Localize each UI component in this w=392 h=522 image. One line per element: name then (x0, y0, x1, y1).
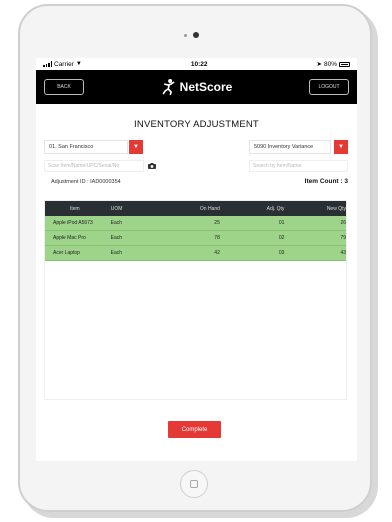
table-header: Item UOM On Hand Adj. Qty New Qty (45, 201, 346, 216)
search-input[interactable]: Search by Item/Name (249, 160, 348, 172)
cell-item: Apple iPod A5673 (53, 220, 93, 226)
cell-uom: Each (110, 235, 123, 241)
cell-adj-qty: 03 (278, 250, 285, 256)
adjustment-table: Item UOM On Hand Adj. Qty New Qty Apple … (44, 200, 347, 400)
complete-button[interactable]: Complete (168, 421, 221, 438)
cell-uom: Each (110, 250, 123, 256)
cell-adj-qty: 01 (278, 220, 285, 226)
front-camera (193, 32, 199, 38)
cell-item: Apple Mac Pro (53, 235, 86, 241)
status-bar: Carrier ▼ 10:22 ➤ 80% (36, 58, 357, 70)
cell-item: Acer Laptop (53, 250, 80, 256)
cell-uom: Each (110, 220, 123, 226)
wifi-icon: ▼ (75, 61, 82, 67)
home-square-icon (190, 480, 198, 488)
column-header-new-qty: New Qty (326, 205, 346, 212)
runner-logo-icon (161, 79, 175, 96)
home-button[interactable] (180, 470, 208, 498)
location-dropdown-button[interactable]: ▼ (129, 140, 143, 154)
table-row[interactable]: Acer Laptop Each 42 03 43 (45, 246, 346, 261)
search-row: Scan Item/Name/UPC/Serial/No Search by I… (36, 160, 357, 174)
app-header: BACK NetScore LOGOUT (36, 70, 357, 104)
battery-percent: 80% (323, 60, 337, 68)
info-row: Adjustment ID : IAD0000354 Item Count : … (36, 177, 357, 189)
search-input-placeholder: Search by Item/Name (253, 163, 302, 169)
app-screen: Carrier ▼ 10:22 ➤ 80% BACK NetScore LOGO… (36, 58, 357, 461)
scan-input-placeholder: Scan Item/Name/UPC/Serial/No (48, 163, 120, 169)
chevron-down-icon: ▼ (338, 144, 344, 150)
cell-on-hand: 42 (214, 250, 220, 256)
battery-icon (338, 61, 350, 67)
column-header-adj-qty: Adj. Qty (266, 205, 285, 212)
reason-select[interactable]: 5090 Inventory Variance (249, 140, 331, 154)
filter-row: 01. San Francisco ▼ 5090 Inventory Varia… (36, 140, 357, 156)
location-arrow-icon: ➤ (316, 61, 322, 68)
column-header-uom: UOM (110, 205, 123, 212)
item-count: Item Count : 3 (304, 178, 348, 185)
signal-icon (43, 61, 52, 67)
cell-on-hand: 78 (214, 235, 220, 241)
cell-adj-qty: 02 (278, 235, 285, 241)
logo-text: NetScore (179, 80, 233, 94)
table-row[interactable]: Apple iPod A5673 Each 25 01 26 (45, 216, 346, 231)
cell-new-qty: 79 (340, 235, 346, 241)
chevron-down-icon: ▼ (133, 144, 139, 150)
adjustment-id: Adjustment ID : IAD0000354 (51, 179, 121, 185)
status-right: ➤ 80% (317, 60, 350, 68)
column-header-on-hand: On Hand (199, 205, 220, 212)
cell-new-qty: 26 (340, 220, 346, 226)
logout-button[interactable]: LOGOUT (309, 79, 349, 95)
netscore-logo: NetScore (161, 78, 233, 96)
cell-new-qty: 43 (340, 250, 346, 256)
front-sensor (184, 34, 187, 37)
carrier-label: Carrier (54, 60, 74, 68)
location-select[interactable]: 01. San Francisco (44, 140, 128, 154)
page-title: INVENTORY ADJUSTMENT (134, 119, 259, 130)
cell-on-hand: 25 (214, 220, 220, 226)
back-button[interactable]: BACK (44, 79, 84, 95)
camera-icon[interactable] (148, 163, 156, 169)
reason-dropdown-button[interactable]: ▼ (334, 140, 348, 154)
table-row[interactable]: Apple Mac Pro Each 78 02 79 (45, 231, 346, 246)
reason-select-value: 5090 Inventory Variance (254, 144, 314, 150)
location-select-value: 01. San Francisco (49, 144, 94, 150)
status-left: Carrier ▼ (43, 61, 82, 68)
scan-input[interactable]: Scan Item/Name/UPC/Serial/No (44, 160, 144, 172)
column-header-item: Item (70, 205, 80, 212)
status-time: 10:22 (190, 60, 208, 68)
